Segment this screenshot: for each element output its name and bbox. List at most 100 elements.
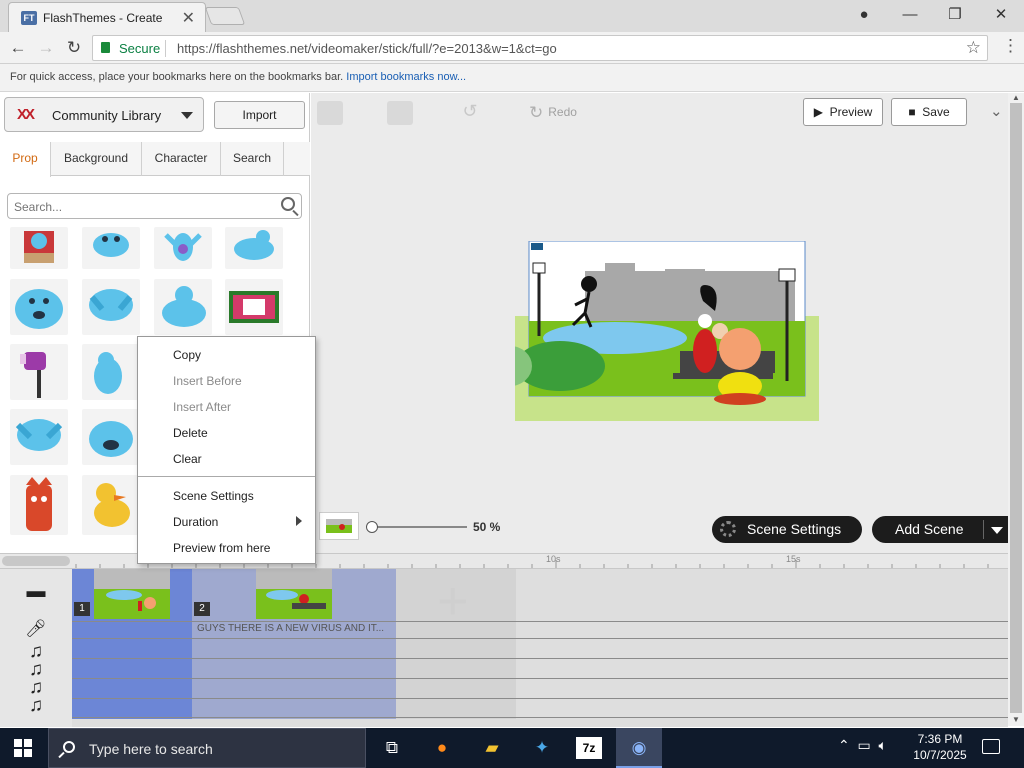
prop-item[interactable] [10,279,68,335]
prop-item[interactable] [82,227,140,269]
scrollbar-thumb[interactable] [1010,103,1022,713]
save-label: Save [922,105,950,119]
film-strip-icon: ▬ [26,581,46,602]
scene-settings-button[interactable]: Scene Settings [712,516,862,543]
redo-label: Redo [548,105,577,119]
library-search-field[interactable] [7,193,302,219]
prop-item[interactable] [10,344,68,400]
close-window-button[interactable]: ✕ [987,4,1015,26]
prop-item[interactable] [225,279,283,335]
system-tray: ⌃ ▭ 🔈︎ [838,737,887,754]
clock-date: 10/7/2025 [913,748,967,762]
url-input[interactable]: Secure https://flashthemes.net/videomake… [92,35,988,61]
taskbar-search-box[interactable]: Type here to search [48,728,366,768]
add-scene-placeholder-icon[interactable]: + [437,574,469,628]
back-icon[interactable]: ← [6,36,30,60]
network-icon[interactable]: ▭ [858,737,871,753]
scroll-down-icon[interactable]: ▼ [1012,715,1020,724]
minimize-button[interactable]: — [896,4,924,26]
add-scene-button[interactable]: Add Scene [872,516,1008,543]
track-divider [72,717,1008,718]
timeline-scene-1[interactable]: 1 [72,569,192,719]
prop-item[interactable] [225,227,283,269]
add-scene-dropdown-icon[interactable] [991,527,1003,534]
url-text[interactable]: https://flashthemes.net/videomaker/stick… [177,41,557,56]
zoom-slider-track[interactable] [373,526,467,528]
7zip-icon[interactable]: 7z [576,737,602,759]
library-dropdown[interactable]: XX Community Library [4,97,204,132]
scroll-up-icon[interactable]: ▲ [1012,93,1020,102]
chrome-icon[interactable]: ◉ [616,728,662,768]
tab-background[interactable]: Background [51,142,142,176]
preview-button[interactable]: ▶ Preview [803,98,883,126]
copy-icon[interactable] [317,101,343,125]
zoom-slider-handle[interactable] [366,521,378,533]
forward-icon[interactable]: → [34,36,58,60]
zoom-bar: 50 % Scene Settings Add Scene [311,507,1008,553]
taskbar-clock[interactable]: 7:36 PM 10/7/2025 [910,731,970,763]
firefox-icon[interactable]: ● [428,734,456,762]
tab-prop[interactable]: Prop [0,142,51,177]
task-view-icon[interactable]: ⧉ [378,734,406,762]
windows-start-icon[interactable] [14,739,32,757]
reload-icon[interactable]: ↻ [62,36,86,60]
menu-item-delete[interactable]: Delete [173,426,208,440]
bookmarks-bar: For quick access, place your bookmarks h… [0,64,1024,92]
search-icon[interactable] [281,197,295,211]
import-button[interactable]: Import [214,101,305,129]
dialogue-clip[interactable]: GUYS THERE IS A NEW VIRUS AND IT... [197,623,384,634]
menu-item-preview-from-here[interactable]: Preview from here [173,541,270,555]
chevron-up-icon[interactable]: ⌃ [838,737,850,753]
redo-button[interactable]: ↻ Redo [529,103,577,123]
scene-canvas[interactable] [488,240,819,421]
windows-taskbar: Type here to search ⧉ ● ▰ ✦ 7z ◉ ⌃ ▭ 🔈︎ … [0,728,1024,768]
zoom-value: 50 % [473,520,501,534]
profile-icon[interactable]: ● [850,4,878,26]
browser-menu-icon[interactable]: ⋮ [1002,36,1019,56]
menu-item-copy[interactable]: Copy [173,348,201,362]
prop-item[interactable] [82,475,140,535]
library-search-input[interactable] [14,198,274,215]
menu-item-scene-settings[interactable]: Scene Settings [173,489,254,503]
undo-icon[interactable]: ↺ [457,101,483,125]
menu-separator [138,476,315,477]
browser-tab-bar: FT FlashThemes - Create ✕ ● — ❐ ✕ [0,0,1024,32]
bookmark-star-icon[interactable]: ☆ [966,38,981,58]
library-tabs: Prop Background Character Search [0,142,310,177]
tab-character[interactable]: Character [142,142,221,176]
timeline-scene-2[interactable]: 2 [192,569,396,719]
bookmarks-hint: For quick access, place your bookmarks h… [10,71,344,83]
scene-number: 1 [74,602,90,616]
notifications-icon[interactable] [982,739,1000,754]
import-bookmarks-link[interactable]: Import bookmarks now... [346,71,466,83]
save-button[interactable]: ■ Save [891,98,967,126]
menu-item-duration[interactable]: Duration [173,515,218,529]
prop-item[interactable] [10,227,68,269]
prop-item[interactable] [10,409,68,465]
prop-item[interactable] [82,344,140,400]
scene-settings-label: Scene Settings [747,521,842,537]
prop-item[interactable] [82,409,140,465]
prop-item[interactable] [82,279,140,335]
browser-tab[interactable]: FT FlashThemes - Create ✕ [8,2,206,32]
secure-label: Secure [119,41,161,56]
new-tab-button[interactable] [204,7,246,25]
app-icon[interactable]: ✦ [528,734,556,762]
tab-search[interactable]: Search [221,142,284,176]
search-icon [63,741,75,753]
prop-item[interactable] [10,475,68,535]
menu-item-clear[interactable]: Clear [173,452,202,466]
page-scrollbar[interactable]: ▲ ▼ [1008,93,1024,726]
track-divider [72,638,1008,639]
paste-icon[interactable] [387,101,413,125]
close-tab-icon[interactable]: ✕ [182,8,195,28]
file-explorer-icon[interactable]: ▰ [478,734,506,762]
volume-muted-icon[interactable]: 🔈︎ [879,737,887,753]
scene-thumbnail-toggle[interactable] [319,512,359,540]
collapse-chevron-icon[interactable]: ⌄ [990,102,1003,120]
prop-item[interactable] [154,227,212,269]
menu-item-insert-after: Insert After [173,400,232,414]
prop-item[interactable] [154,279,212,335]
tab-title: FlashThemes - Create [43,11,163,25]
maximize-button[interactable]: ❐ [941,4,969,26]
